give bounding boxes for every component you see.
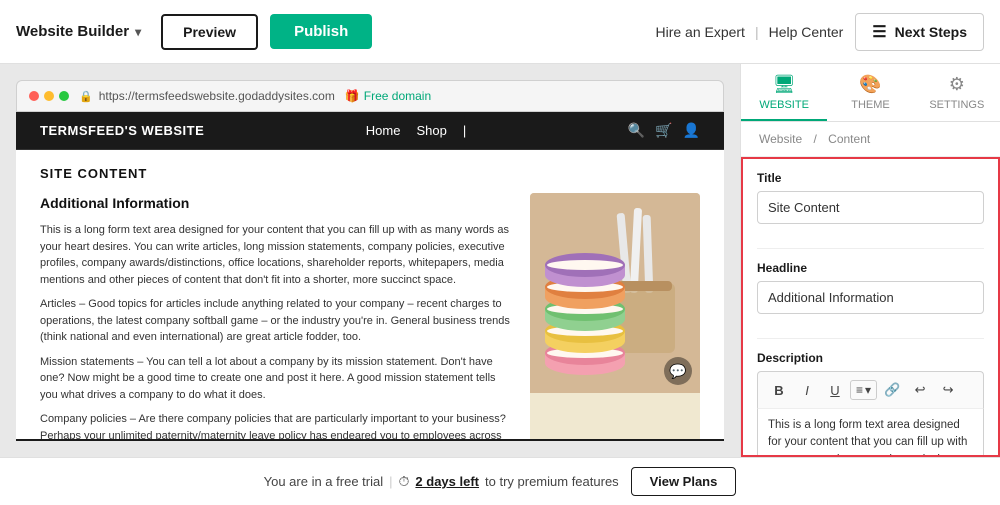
link-icon: 🔗 [884, 382, 900, 398]
tab-settings-label: SETTINGS [929, 99, 984, 111]
website-preview: TERMSFEED'S WEBSITE Home Shop | 🔍 🛒 👤 SI… [16, 112, 724, 441]
site-body: SITE CONTENT Additional Information This… [16, 150, 724, 439]
brand-chevron-icon: ▾ [135, 25, 141, 39]
publish-button[interactable]: Publish [270, 14, 372, 49]
tab-website[interactable]: 🖥 WEBSITE [741, 64, 827, 121]
theme-tab-icon: 🎨 [859, 74, 881, 95]
url-text: https://termsfeedswebsite.godaddysites.c… [99, 89, 335, 103]
preview-button[interactable]: Preview [161, 14, 258, 50]
account-icon[interactable]: 👤 [683, 122, 700, 139]
description-label: Description [757, 351, 984, 365]
site-body-content: Additional Information This is a long fo… [40, 193, 700, 439]
title-label: Title [757, 171, 984, 185]
site-image: 💬 [530, 193, 700, 439]
undo-button[interactable]: ↩ [907, 378, 933, 402]
next-steps-label: Next Steps [895, 24, 967, 40]
browser-dots [29, 91, 69, 101]
panel-tabs: 🖥 WEBSITE 🎨 THEME ⚙ SETTINGS [741, 64, 1000, 122]
top-header: Website Builder ▾ Preview Publish Hire a… [0, 0, 1000, 64]
brand-name: Website Builder [16, 23, 129, 40]
underline-button[interactable]: U [822, 378, 848, 402]
undo-icon: ↩ [915, 382, 926, 398]
dot-maximize[interactable] [59, 91, 69, 101]
paragraph-2: Articles – Good topics for articles incl… [40, 296, 514, 346]
next-steps-button[interactable]: ☰ Next Steps [855, 13, 984, 51]
days-left[interactable]: 2 days left [415, 474, 479, 489]
website-tab-icon: 🖥 [773, 74, 796, 95]
desc-toolbar: B I U ≡ ▾ 🔗 ↩ ↪ [757, 371, 984, 409]
breadcrumb-root[interactable]: Website [759, 132, 802, 146]
section-title: SITE CONTENT [40, 166, 700, 181]
nav-sep: | [463, 123, 466, 138]
dot-minimize[interactable] [44, 91, 54, 101]
cart-icon[interactable]: 🛒 [655, 122, 672, 139]
tab-theme-label: THEME [851, 99, 890, 111]
site-nav-icons: 🔍 🛒 👤 [628, 122, 700, 139]
dot-close[interactable] [29, 91, 39, 101]
chat-bubble-icon[interactable]: 💬 [664, 357, 692, 385]
tab-theme[interactable]: 🎨 THEME [827, 64, 913, 121]
redo-icon: ↪ [943, 382, 954, 398]
title-input[interactable] [757, 191, 984, 224]
breadcrumb-sep: / [813, 132, 816, 146]
macarons-image: 💬 [530, 193, 700, 393]
bottom-sep: | [389, 474, 392, 489]
headline-input[interactable] [757, 281, 984, 314]
brand-logo[interactable]: Website Builder ▾ [16, 23, 141, 40]
search-icon[interactable]: 🔍 [628, 122, 645, 139]
browser-chrome: 🔒 https://termsfeedswebsite.godaddysites… [16, 80, 724, 112]
bottom-bar: You are in a free trial | ⏱ 2 days left … [0, 457, 1000, 505]
nav-home[interactable]: Home [366, 123, 401, 138]
domain-gift-icon: 🎁 [345, 89, 360, 103]
site-nav-links: Home Shop | [366, 123, 466, 138]
to-try-label: to try premium features [485, 474, 619, 489]
breadcrumb: Website / Content [741, 122, 1000, 157]
italic-button[interactable]: I [794, 378, 820, 402]
tab-website-label: WEBSITE [759, 99, 809, 111]
panel-content: Title Headline Description B I U ≡ [741, 157, 1000, 457]
description-section: Description B I U ≡ ▾ 🔗 ↩ [743, 339, 998, 457]
trial-text: You are in a free trial | ⏱ 2 days left … [264, 473, 619, 490]
description-textarea[interactable]: This is a long form text area designed f… [757, 409, 984, 457]
sep: | [755, 24, 759, 40]
link-button[interactable]: 🔗 [879, 378, 905, 402]
lock-icon: 🔒 [79, 90, 93, 103]
paragraph-1: This is a long form text area designed f… [40, 222, 514, 288]
hire-expert-link[interactable]: Hire an Expert [655, 24, 744, 40]
main-content: 🔒 https://termsfeedswebsite.godaddysites… [0, 64, 1000, 457]
site-logo: TERMSFEED'S WEBSITE [40, 123, 204, 138]
paragraph-3: Mission statements – You can tell a lot … [40, 354, 514, 404]
timer-icon: ⏱ [399, 473, 410, 490]
right-panel: 🖥 WEBSITE 🎨 THEME ⚙ SETTINGS Website / C… [740, 64, 1000, 457]
headline-section: Headline [743, 249, 998, 338]
bold-button[interactable]: B [766, 378, 792, 402]
next-steps-icon: ☰ [872, 22, 886, 42]
article-title: Additional Information [40, 193, 514, 214]
free-domain-text: Free domain [364, 89, 431, 103]
free-domain-badge: 🎁 Free domain [345, 89, 431, 103]
settings-tab-icon: ⚙ [949, 74, 965, 95]
paragraph-4: Company policies – Are there company pol… [40, 411, 514, 439]
browser-url-bar: 🔒 https://termsfeedswebsite.godaddysites… [79, 89, 335, 103]
site-text-content: Additional Information This is a long fo… [40, 193, 514, 439]
view-plans-button[interactable]: View Plans [631, 467, 737, 496]
title-section: Title [743, 159, 998, 248]
list-chevron: ▾ [865, 383, 871, 397]
help-center-link[interactable]: Help Center [769, 24, 844, 40]
tab-settings[interactable]: ⚙ SETTINGS [914, 64, 1000, 121]
list-dropdown[interactable]: ≡ ▾ [850, 380, 877, 400]
preview-area: 🔒 https://termsfeedswebsite.godaddysites… [0, 64, 740, 457]
list-icon: ≡ [856, 383, 863, 397]
redo-button[interactable]: ↪ [935, 378, 961, 402]
header-links: Hire an Expert | Help Center [655, 24, 843, 40]
headline-label: Headline [757, 261, 984, 275]
breadcrumb-current: Content [828, 132, 870, 146]
nav-shop[interactable]: Shop [416, 123, 446, 138]
site-nav: TERMSFEED'S WEBSITE Home Shop | 🔍 🛒 👤 [16, 112, 724, 150]
free-trial-label: You are in a free trial [264, 474, 383, 489]
